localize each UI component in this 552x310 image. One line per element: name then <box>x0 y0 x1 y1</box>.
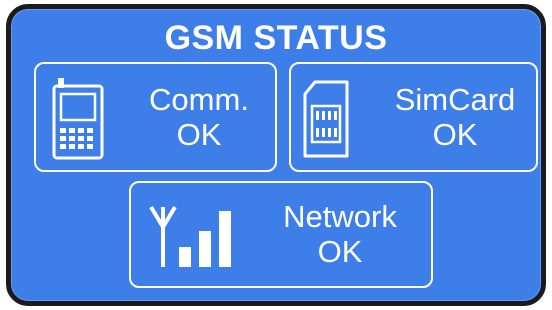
simcard-label-block: SimCard OK <box>375 82 535 152</box>
simcard-status-card[interactable]: SimCard OK <box>289 62 538 172</box>
network-label-block: Network OK <box>265 199 415 269</box>
gsm-status-panel: GSM STATUS Comm. OK SimCard OK Network O… <box>6 4 546 306</box>
network-status-card[interactable]: Network OK <box>129 181 433 288</box>
network-status-value: OK <box>317 234 363 269</box>
comm-status-value: OK <box>176 117 222 152</box>
comm-status-card[interactable]: Comm. OK <box>34 62 277 172</box>
panel-title: GSM STATUS <box>164 19 388 57</box>
comm-label: Comm. <box>149 82 249 117</box>
network-label: Network <box>283 199 397 234</box>
simcard-status-value: OK <box>432 117 478 152</box>
sim-card-icon <box>301 78 351 160</box>
signal-strength-icon <box>149 201 239 271</box>
mobile-phone-icon <box>52 78 104 160</box>
comm-label-block: Comm. OK <box>124 82 274 152</box>
simcard-label: SimCard <box>394 82 516 117</box>
